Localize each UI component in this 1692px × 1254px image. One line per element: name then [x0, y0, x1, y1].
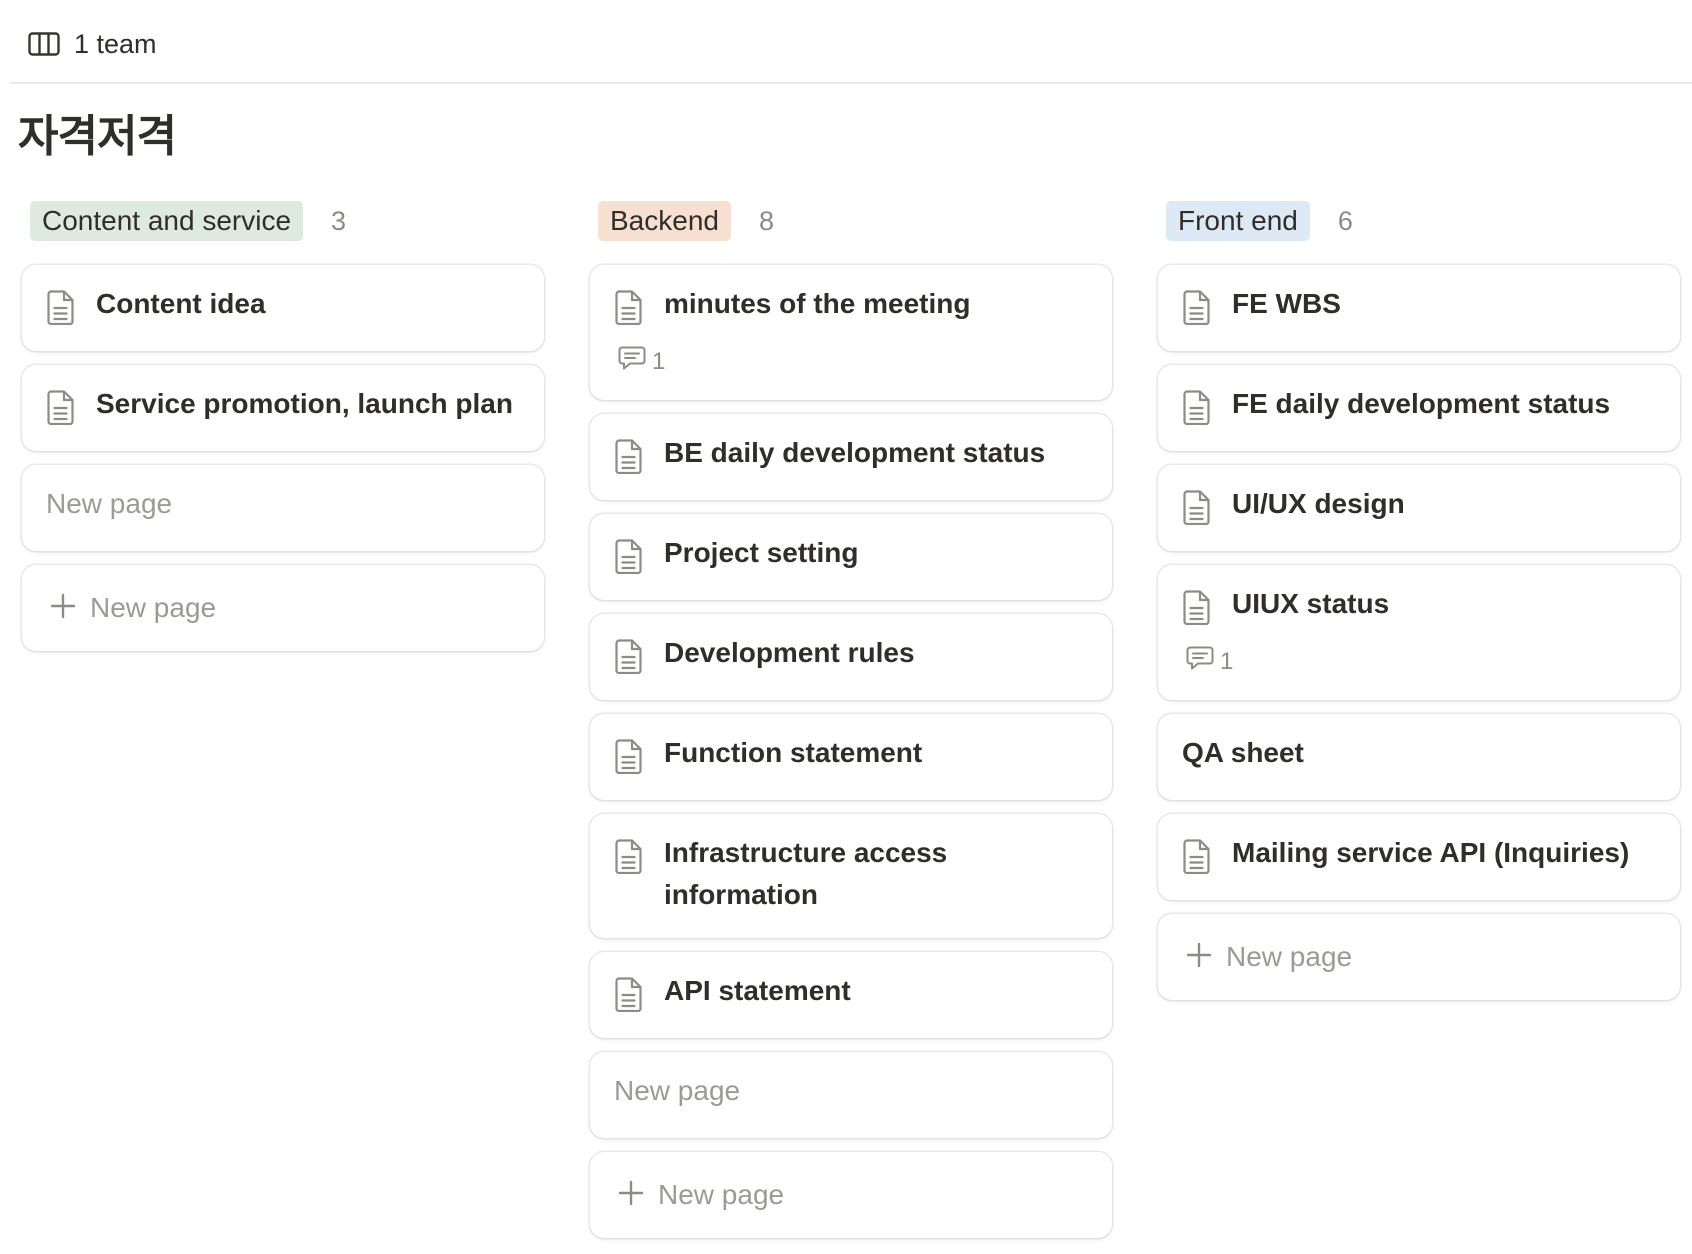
- card-title: FE daily development status: [1232, 388, 1611, 419]
- board-card[interactable]: Function statement: [590, 714, 1112, 800]
- page-icon: [1182, 289, 1212, 326]
- board-column-backend: Backend 8 minutes of the meeting 1 BE da…: [590, 201, 1112, 1252]
- board-card[interactable]: UIUX status 1: [1158, 565, 1680, 700]
- group-count: 8: [758, 205, 774, 236]
- board-column-front-end: Front end 6 FE WBS FE daily development …: [1158, 201, 1680, 1014]
- card-title: UI/UX design: [1232, 488, 1405, 519]
- page-icon: [1182, 838, 1212, 875]
- board-column-content-and-service: Content and service 3 Content idea Servi…: [22, 201, 544, 665]
- card-title: API statement: [664, 975, 851, 1006]
- new-page-button[interactable]: New page: [22, 565, 544, 651]
- card-title: UIUX status: [1232, 588, 1390, 619]
- board-card[interactable]: Infrastructure access information: [590, 814, 1112, 938]
- table-columns-icon: [28, 32, 60, 56]
- page-icon: [614, 638, 644, 675]
- plus-icon: [50, 593, 76, 624]
- page-icon: [614, 738, 644, 775]
- page-icon: [1182, 389, 1212, 426]
- board-card[interactable]: BE daily development status: [590, 414, 1112, 500]
- card-title: minutes of the meeting: [664, 288, 971, 319]
- card-title: New page: [46, 488, 173, 519]
- column-header[interactable]: Content and service 3: [22, 201, 544, 241]
- comment-count: 1: [1186, 645, 1656, 678]
- board-card[interactable]: Project setting: [590, 514, 1112, 600]
- card-title: New page: [614, 1075, 741, 1106]
- comment-icon: [1186, 645, 1214, 678]
- page-icon: [1182, 589, 1212, 626]
- board-card[interactable]: Service promotion, launch plan: [22, 365, 544, 451]
- group-count: 6: [1337, 205, 1353, 236]
- page-title: 자격저격: [18, 112, 177, 161]
- card-title: Function statement: [664, 737, 923, 768]
- card-title: FE WBS: [1232, 288, 1341, 319]
- page-icon: [614, 838, 644, 875]
- group-tag[interactable]: Content and service: [30, 201, 304, 241]
- comment-count: 1: [618, 345, 1088, 378]
- view-tab-label: 1 team: [74, 28, 157, 59]
- card-title: QA sheet: [1182, 737, 1304, 768]
- column-header[interactable]: Backend 8: [590, 201, 1112, 241]
- new-page-button[interactable]: New page: [590, 1152, 1112, 1238]
- page-icon: [614, 289, 644, 326]
- new-page-label: New page: [1226, 941, 1353, 972]
- new-page-button[interactable]: New page: [1158, 914, 1680, 1000]
- page-icon: [614, 438, 644, 475]
- group-tag[interactable]: Front end: [1166, 201, 1310, 241]
- card-title: Content idea: [96, 288, 266, 319]
- comment-count-value: 1: [1220, 647, 1234, 675]
- board-card[interactable]: Mailing service API (Inquiries): [1158, 814, 1680, 900]
- card-title: BE daily development status: [664, 437, 1046, 468]
- board-card-untitled[interactable]: New page: [590, 1052, 1112, 1138]
- board-card[interactable]: Development rules: [590, 614, 1112, 700]
- group-count: 3: [331, 205, 347, 236]
- plus-icon: [1186, 942, 1212, 973]
- page-icon: [1182, 489, 1212, 526]
- page-icon: [614, 976, 644, 1013]
- board-card[interactable]: FE daily development status: [1158, 365, 1680, 451]
- card-title: Infrastructure access information: [664, 837, 948, 910]
- board-card[interactable]: Content idea: [22, 265, 544, 351]
- comment-count-value: 1: [652, 347, 666, 375]
- board-card[interactable]: UI/UX design: [1158, 465, 1680, 551]
- page-icon: [46, 289, 76, 326]
- board-card-untitled[interactable]: New page: [22, 465, 544, 551]
- page-icon: [614, 538, 644, 575]
- card-title: Mailing service API (Inquiries): [1232, 837, 1630, 868]
- card-title: Development rules: [664, 637, 915, 668]
- page-icon: [46, 389, 76, 426]
- board-card[interactable]: QA sheet: [1158, 714, 1680, 800]
- card-title: Service promotion, launch plan: [96, 388, 513, 419]
- new-page-label: New page: [658, 1179, 785, 1210]
- comment-icon: [618, 345, 646, 378]
- card-title: Project setting: [664, 537, 859, 568]
- header-divider: [10, 82, 1692, 84]
- view-tab[interactable]: 1 team: [28, 22, 157, 66]
- group-tag[interactable]: Backend: [598, 201, 731, 241]
- board-card[interactable]: minutes of the meeting 1: [590, 265, 1112, 400]
- new-page-label: New page: [90, 592, 217, 623]
- board-card[interactable]: FE WBS: [1158, 265, 1680, 351]
- board-card[interactable]: API statement: [590, 952, 1112, 1038]
- plus-icon: [618, 1180, 644, 1211]
- column-header[interactable]: Front end 6: [1158, 201, 1680, 241]
